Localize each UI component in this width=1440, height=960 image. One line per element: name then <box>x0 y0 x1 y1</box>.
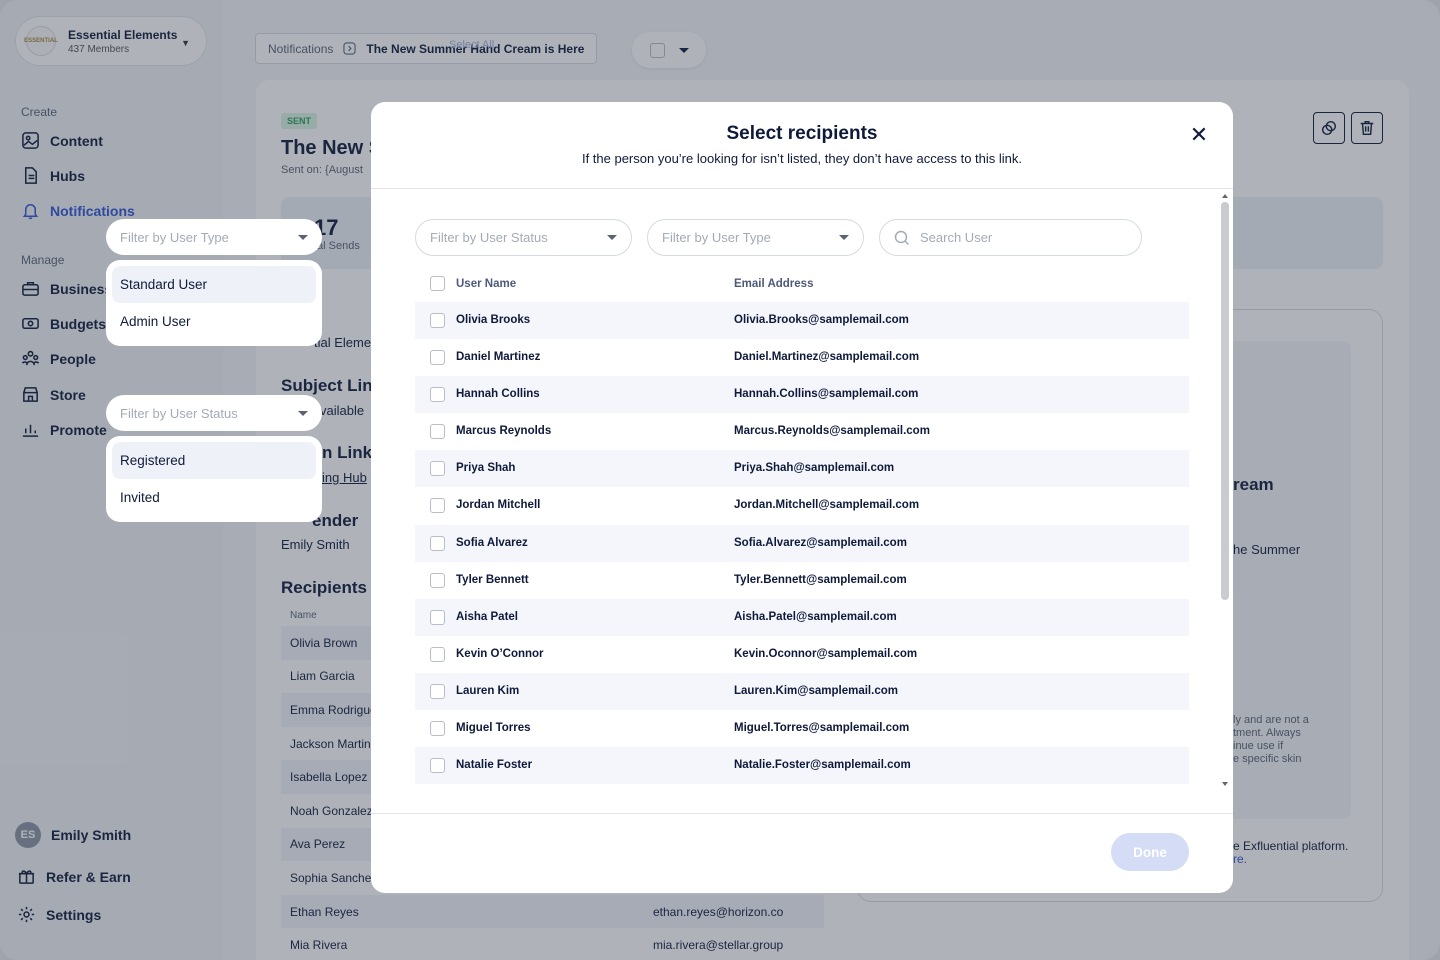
cell-email: Lauren.Kim@samplemail.com <box>734 684 898 697</box>
cell-email: Tyler.Bennett@samplemail.com <box>734 573 907 586</box>
scroll-thumb[interactable] <box>1221 202 1229 600</box>
table-row[interactable]: Hannah Collins Hannah.Collins@samplemail.… <box>415 376 1189 414</box>
cell-email: Hannah.Collins@samplemail.com <box>734 388 919 401</box>
scroll-up-icon[interactable] <box>1222 194 1228 198</box>
table-row[interactable]: Kevin O’Connor Kevin.Oconnor@samplemail.c… <box>415 636 1189 673</box>
table-row[interactable]: Marcus Reynolds Marcus.Reynolds@samplemai… <box>415 413 1189 450</box>
table-row[interactable]: Aisha Patel Aisha.Patel@samplemail.com <box>415 598 1189 636</box>
cell-name: Aisha Patel <box>456 610 518 623</box>
cell-name: Olivia Brooks <box>456 314 531 326</box>
cell-email: Priya.Shah@samplemail.com <box>734 462 895 475</box>
table-row[interactable]: Miguel Torres Miguel.Torres@samplemail.co… <box>415 710 1189 747</box>
cell-name: Kevin O’Connor <box>456 647 544 660</box>
user-type-menu: Standard User Admin User <box>106 260 322 346</box>
table-row[interactable]: Priya Shah Priya.Shah@samplemail.com <box>415 450 1189 488</box>
table-row[interactable]: Daniel Martinez Daniel.Martinez@samplemai… <box>415 339 1189 376</box>
cell-email: Jordan.Mitchell@samplemail.com <box>734 499 920 512</box>
cell-name: Tyler Bennett <box>456 573 529 586</box>
cell-email: Daniel.Martinez@samplemail.com <box>734 351 920 364</box>
row-checkbox[interactable] <box>430 572 445 588</box>
row-checkbox[interactable] <box>430 683 445 699</box>
row-checkbox[interactable] <box>430 424 445 440</box>
select-recipients-modal: Select recipients If the person you’re l… <box>371 102 1233 893</box>
table-row[interactable]: Natalie Foster Natalie.Foster@samplemail.… <box>415 747 1189 785</box>
list-scrollbar[interactable] <box>1219 190 1233 788</box>
cell-name: Marcus Reynolds <box>456 425 552 438</box>
close-icon[interactable]: ✕ <box>1189 124 1209 146</box>
row-checkbox[interactable] <box>430 758 445 774</box>
table-header: User Name Email Address <box>415 275 1189 293</box>
user-type-dropdown[interactable]: Filter by User Type <box>106 219 322 255</box>
caret-down-icon <box>607 235 617 240</box>
option-standard-user[interactable]: Standard User <box>112 266 316 303</box>
scroll-down-icon[interactable] <box>1222 782 1228 786</box>
user-status-filter[interactable]: Filter by User Status <box>415 219 632 256</box>
caret-down-icon <box>298 234 308 240</box>
option-invited[interactable]: Invited <box>112 479 316 516</box>
cell-email: Kevin.Oconnor@samplemail.com <box>734 647 918 660</box>
row-checkbox[interactable] <box>430 461 445 477</box>
row-checkbox[interactable] <box>430 535 445 551</box>
cell-name: Daniel Martinez <box>456 351 541 364</box>
option-registered[interactable]: Registered <box>112 442 316 479</box>
search-placeholder: Search User <box>920 230 993 245</box>
cell-name: Jordan Mitchell <box>456 499 541 512</box>
table-row[interactable]: Tyler Bennett Tyler.Bennett@samplemail.co… <box>415 562 1189 599</box>
row-checkbox[interactable] <box>430 350 445 366</box>
option-admin-user[interactable]: Admin User <box>112 303 316 340</box>
status-filter-placeholder: Filter by User Status <box>430 230 548 245</box>
recipients-list: Olivia Brooks Olivia.Brooks@samplemail.co… <box>415 302 1189 785</box>
cell-email: Natalie.Foster@samplemail.com <box>734 759 911 772</box>
cell-email: Aisha.Patel@samplemail.com <box>734 610 897 623</box>
row-checkbox[interactable] <box>430 609 445 625</box>
search-input[interactable]: Search User <box>879 219 1142 256</box>
row-checkbox[interactable] <box>430 387 445 403</box>
cell-name: Priya Shah <box>456 462 516 475</box>
caret-down-icon <box>298 410 308 416</box>
header-divider <box>371 188 1233 189</box>
cell-name: Natalie Foster <box>456 759 533 772</box>
row-checkbox[interactable] <box>430 313 445 328</box>
caret-down-icon <box>839 235 849 240</box>
table-row[interactable]: Olivia Brooks Olivia.Brooks@samplemail.co… <box>415 302 1189 340</box>
user-status-menu: Registered Invited <box>106 436 322 522</box>
cell-email: Sofia.Alvarez@samplemail.com <box>734 536 907 549</box>
cell-email: Olivia.Brooks@samplemail.com <box>734 314 909 326</box>
cell-name: Sofia Alvarez <box>456 536 528 549</box>
modal-subtitle: If the person you’re looking for isn’t l… <box>581 151 1023 166</box>
cell-name: Hannah Collins <box>456 388 540 401</box>
done-button[interactable]: Done <box>1111 833 1189 871</box>
table-row[interactable]: Jordan Mitchell Jordan.Mitchell@samplemai… <box>415 487 1189 524</box>
modal-title: Select recipients <box>726 123 878 144</box>
col-user-name: User Name <box>456 278 517 290</box>
cell-name: Lauren Kim <box>456 684 520 697</box>
cell-name: Miguel Torres <box>456 722 531 735</box>
user-status-dropdown[interactable]: Filter by User Status <box>106 395 322 431</box>
user-status-placeholder: Filter by User Status <box>120 405 238 421</box>
cell-email: Marcus.Reynolds@samplemail.com <box>734 425 930 438</box>
row-checkbox[interactable] <box>430 646 445 662</box>
user-type-filter[interactable]: Filter by User Type <box>647 219 864 256</box>
cell-email: Miguel.Torres@samplemail.com <box>734 722 910 735</box>
col-email: Email Address <box>734 278 814 290</box>
table-row[interactable]: Lauren Kim Lauren.Kim@samplemail.com <box>415 672 1189 711</box>
search-icon <box>894 230 910 245</box>
user-type-placeholder: Filter by User Type <box>120 229 229 245</box>
select-all-checkbox[interactable] <box>430 276 445 291</box>
row-checkbox[interactable] <box>430 498 445 514</box>
footer-divider <box>371 813 1233 814</box>
row-checkbox[interactable] <box>430 721 445 737</box>
type-filter-placeholder: Filter by User Type <box>662 230 771 245</box>
table-row[interactable]: Sofia Alvarez Sofia.Alvarez@samplemail.co… <box>415 524 1189 562</box>
